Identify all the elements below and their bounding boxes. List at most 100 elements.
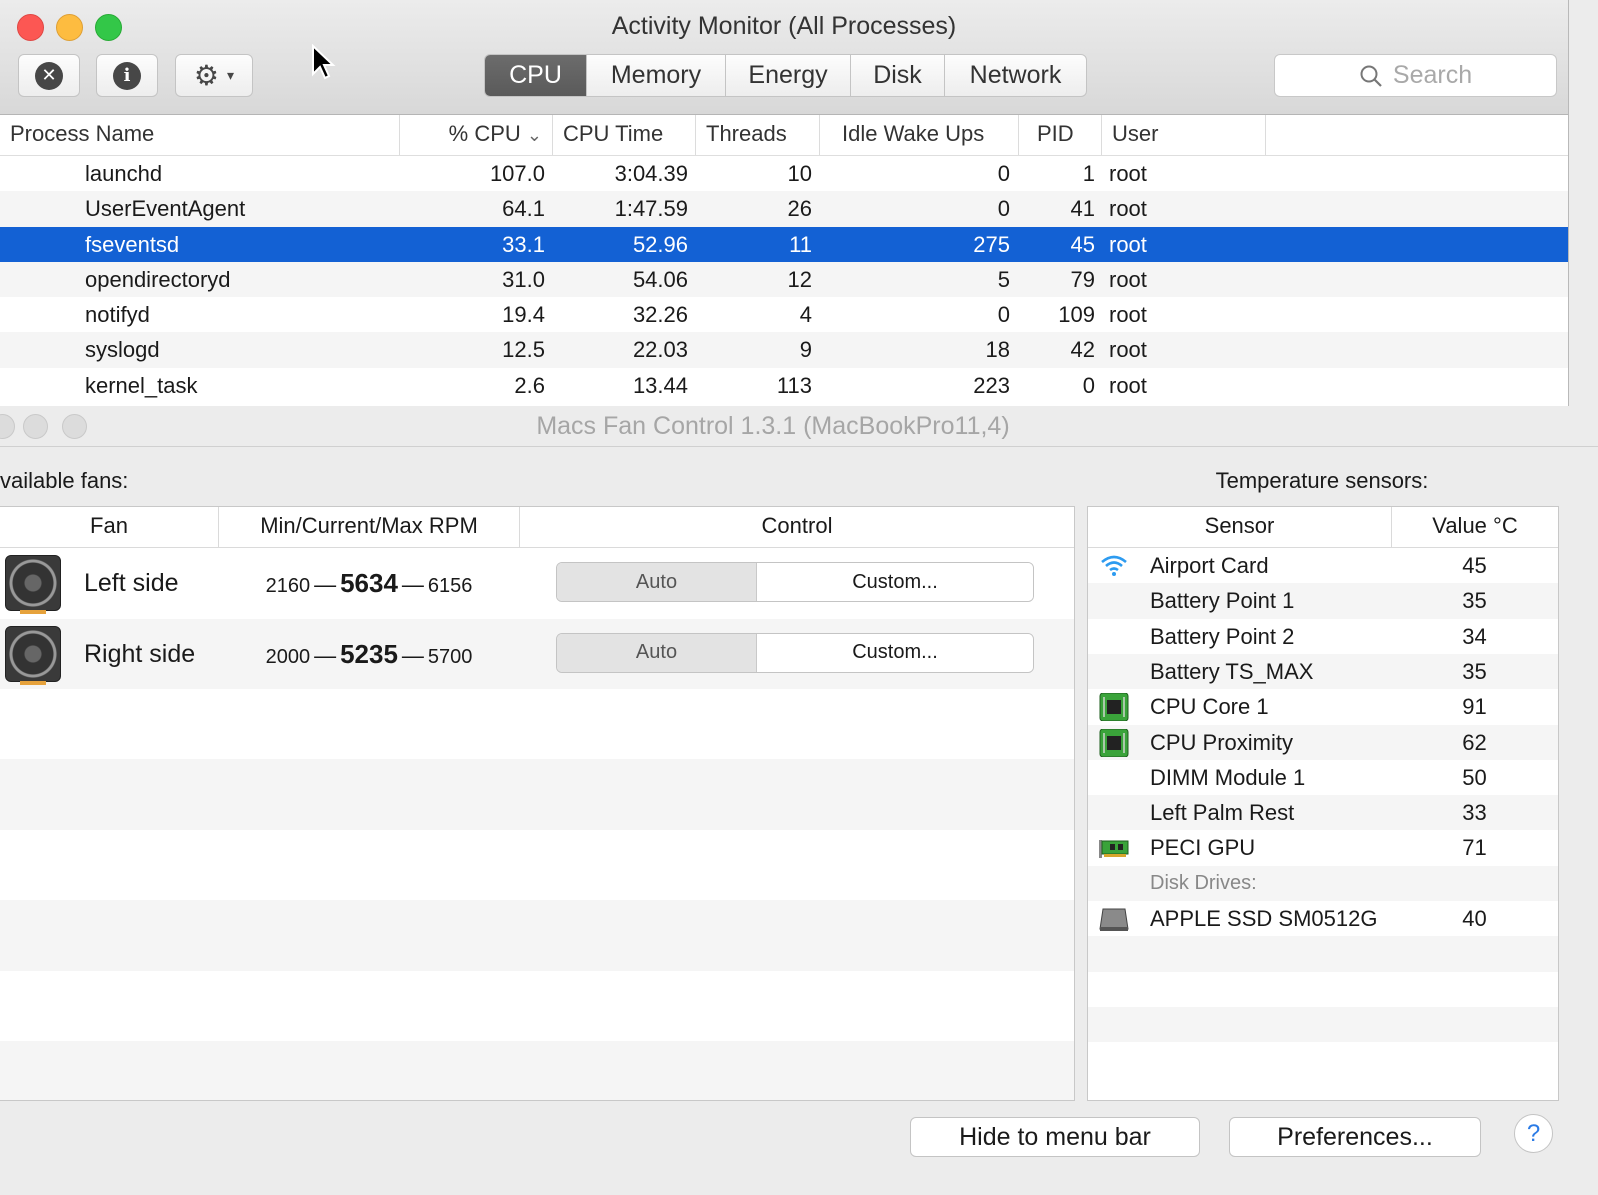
process-user: root <box>1109 196 1147 222</box>
process-user: root <box>1109 266 1147 292</box>
search-icon <box>1360 65 1382 87</box>
action-menu-button[interactable]: ⚙ ▾ <box>175 54 253 97</box>
search-placeholder: Search <box>1392 61 1473 89</box>
info-icon: i <box>113 61 141 90</box>
column-threads[interactable]: Threads <box>696 115 820 155</box>
sensor-value: 91 <box>1462 694 1487 720</box>
empty-row-stripe <box>1088 1006 1558 1043</box>
close-icon: ✕ <box>35 61 63 90</box>
sensor-name: CPU Proximity <box>1150 729 1294 755</box>
sensor-name: Battery TS_MAX <box>1150 658 1314 684</box>
custom-button[interactable]: Custom... <box>757 633 1033 672</box>
window-title: Activity Monitor (All Processes) <box>611 12 957 40</box>
sensor-group-row: Disk Drives: <box>1088 865 1558 901</box>
process-threads: 12 <box>787 266 812 292</box>
stop-process-button[interactable]: ✕ <box>18 54 80 97</box>
process-row[interactable]: syslogd 12.5 22.03 9 18 42 root <box>0 332 1568 368</box>
fan-control-segment: Auto Custom... <box>556 562 1034 602</box>
search-field[interactable]: Search <box>1274 54 1557 97</box>
fan-current-rpm: 5235 <box>340 638 398 669</box>
sensor-value: 40 <box>1462 906 1487 931</box>
process-cpu-time: 3:04.39 <box>614 161 688 186</box>
tab-energy[interactable]: Energy <box>725 55 850 96</box>
auto-button[interactable]: Auto <box>557 633 757 672</box>
column-idle-wake-ups[interactable]: Idle Wake Ups <box>820 115 1019 155</box>
process-table-header: Process Name % CPU ⌄ CPU Time Threads Id… <box>0 115 1568 156</box>
process-idle-wake-ups: 0 <box>997 196 1010 222</box>
sensor-row: CPU Core 1 91 <box>1088 689 1558 724</box>
process-list: launchd 107.0 3:04.39 10 0 1 root UserEventAgen… <box>0 156 1568 403</box>
column-process-name[interactable]: Process Name <box>0 115 400 155</box>
sensor-name: Battery Point 1 <box>1150 588 1295 614</box>
sensor-row: DIMM Module 1 50 <box>1088 760 1558 795</box>
sensor-value: 34 <box>1462 623 1487 649</box>
available-fans-label: vailable fans: <box>0 468 129 493</box>
inspect-process-button[interactable]: i <box>96 54 158 97</box>
column-pid[interactable]: PID <box>1019 115 1102 155</box>
fan-max-rpm: 6156 <box>427 575 473 597</box>
fan-current-rpm: 5634 <box>340 568 398 598</box>
fans-table-header: Fan Min/Current/Max RPM Control <box>0 507 1074 548</box>
process-user: root <box>1109 302 1147 328</box>
process-name: syslogd <box>85 337 160 363</box>
ssd-drive-icon <box>1099 908 1129 931</box>
process-cpu: 107.0 <box>489 161 545 186</box>
column-cpu-time[interactable]: CPU Time <box>553 115 696 155</box>
rpm-separator: — <box>314 572 337 597</box>
process-row[interactable]: opendirectoryd 31.0 54.06 12 5 79 root <box>0 261 1568 298</box>
process-pid: 41 <box>1070 196 1095 222</box>
preferences-button[interactable]: Preferences... <box>1229 1117 1481 1157</box>
process-row[interactable]: launchd 107.0 3:04.39 10 0 1 root <box>0 156 1568 191</box>
sensor-name: Airport Card <box>1150 553 1269 578</box>
rpm-separator: — <box>314 642 337 668</box>
sensor-value: 62 <box>1462 729 1487 755</box>
rpm-separator: — <box>401 642 424 668</box>
process-cpu-time: 13.44 <box>632 372 688 398</box>
column-user[interactable]: User <box>1102 115 1266 155</box>
process-threads: 4 <box>799 302 812 328</box>
process-idle-wake-ups: 5 <box>997 266 1010 292</box>
process-threads: 113 <box>776 372 812 398</box>
empty-row-stripe <box>0 759 1074 830</box>
sensor-value: 35 <box>1462 588 1487 614</box>
sensor-name: Left Palm Rest <box>1150 800 1295 826</box>
process-row[interactable]: fseventsd 33.1 52.96 11 275 45 root <box>0 226 1568 262</box>
sensor-row: Airport Card 45 <box>1088 548 1558 583</box>
process-row[interactable]: kernel_task 2.6 13.44 113 223 0 root <box>0 368 1568 403</box>
process-row[interactable]: notifyd 19.4 32.26 4 0 109 root <box>0 297 1568 332</box>
help-button[interactable]: ? <box>1514 1114 1553 1153</box>
window-title: Macs Fan Control 1.3.1 (MacBookPro11,4) <box>536 412 1010 440</box>
column-cpu-percent[interactable]: % CPU ⌄ <box>400 115 553 155</box>
sensor-row: Left Palm Rest 33 <box>1088 795 1558 831</box>
tab-disk[interactable]: Disk <box>850 55 944 96</box>
tab-cpu[interactable]: CPU <box>485 55 586 96</box>
process-idle-wake-ups: 0 <box>997 161 1010 186</box>
fan-row: Right side 2000—5235—5700 Auto Custom... <box>0 618 1074 689</box>
process-pid: 1 <box>1082 161 1095 186</box>
fan-rpm: 2160—5634—6156 <box>220 548 518 623</box>
process-pid: 45 <box>1070 231 1095 257</box>
fan-icon <box>5 625 61 685</box>
custom-button[interactable]: Custom... <box>757 563 1033 601</box>
process-idle-wake-ups: 223 <box>973 372 1010 398</box>
column-fan: Fan <box>0 507 219 547</box>
process-pid: 109 <box>1058 302 1095 328</box>
temperature-sensors-label: Temperature sensors: <box>1215 468 1429 493</box>
fan-control-titlebar: Macs Fan Control 1.3.1 (MacBookPro11,4) <box>0 406 1598 447</box>
hide-to-menu-bar-button[interactable]: Hide to menu bar <box>910 1117 1200 1157</box>
rpm-separator: — <box>401 572 424 597</box>
process-pid: 42 <box>1070 337 1095 363</box>
process-row[interactable]: UserEventAgent 64.1 1:47.59 26 0 41 root <box>0 191 1568 227</box>
sensor-value: 35 <box>1462 658 1487 684</box>
fan-row: Left side 2160—5634—6156 Auto Custom... <box>0 548 1074 619</box>
tab-network[interactable]: Network <box>944 55 1086 96</box>
tab-memory[interactable]: Memory <box>586 55 725 96</box>
fan-min-rpm: 2160 <box>265 575 311 597</box>
auto-button[interactable]: Auto <box>557 563 757 601</box>
process-user: root <box>1109 372 1147 398</box>
process-cpu: 12.5 <box>502 337 545 363</box>
fans-table: Fan Min/Current/Max RPM Control Left sid… <box>0 506 1075 1101</box>
process-name: opendirectoryd <box>85 266 231 292</box>
fan-min-rpm: 2000 <box>265 645 311 668</box>
process-pid: 0 <box>1082 372 1095 398</box>
